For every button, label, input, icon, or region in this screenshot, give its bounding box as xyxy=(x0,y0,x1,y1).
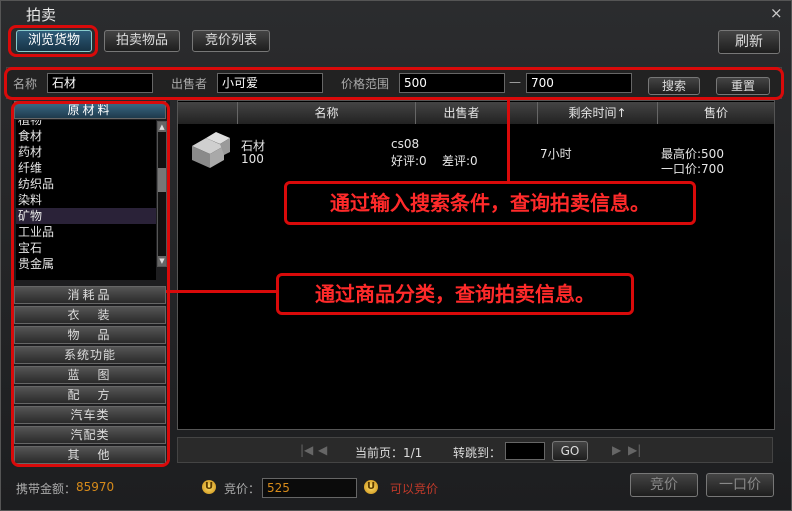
close-icon[interactable]: × xyxy=(770,4,783,22)
price-range-label: 价格范围 xyxy=(341,77,390,91)
jump-label: 转跳到： xyxy=(453,446,502,460)
list-item[interactable]: 纤维 xyxy=(16,160,156,176)
page-indicator: 当前页：1/1 xyxy=(355,446,423,460)
jump-page-input[interactable] xyxy=(505,442,545,460)
refresh-button[interactable]: 刷新 xyxy=(718,30,780,54)
window-title: 拍卖 xyxy=(26,6,57,24)
seller-label: 出售者 xyxy=(171,77,208,91)
category-car-parts[interactable]: 汽配类 xyxy=(14,426,166,444)
coin-icon: U xyxy=(202,480,216,494)
category-system[interactable]: 系统功能 xyxy=(14,346,166,364)
list-item[interactable]: 药材 xyxy=(16,144,156,160)
buyout-price: 一口价:700 xyxy=(661,162,724,176)
category-blueprints[interactable]: 蓝 图 xyxy=(14,366,166,384)
category-clothing[interactable]: 衣 装 xyxy=(14,306,166,324)
stone-item-icon xyxy=(192,132,230,168)
list-item[interactable]: 纺织品 xyxy=(16,176,156,192)
money-label: 携带金额： xyxy=(16,482,77,496)
item-quantity: 100 xyxy=(241,152,264,166)
subcategory-list: 植物 食材 药材 纤维 纺织品 染料 矿物 工业品 宝石 贵金属 xyxy=(16,120,156,280)
list-item[interactable]: 矿物 xyxy=(16,208,156,224)
prev-page-icon[interactable]: ◀ xyxy=(318,443,327,457)
bid-button[interactable]: 竞价 xyxy=(630,473,698,497)
list-item[interactable]: 植物 xyxy=(16,120,156,128)
name-label: 名称 xyxy=(13,77,38,91)
category-other[interactable]: 其 他 xyxy=(14,446,166,464)
callout-connector xyxy=(166,290,278,293)
col-price[interactable]: 售价 xyxy=(658,102,774,124)
search-callout: 通过输入搜索条件，查询拍卖信息。 xyxy=(284,181,696,225)
go-button[interactable]: GO xyxy=(552,441,588,461)
category-consumables[interactable]: 消耗品 xyxy=(14,286,166,304)
money-value: 85970 xyxy=(76,480,115,494)
scroll-thumb[interactable] xyxy=(158,168,166,192)
seller-name: cs08 xyxy=(391,137,420,151)
list-scrollbar[interactable]: ▲ ▼ xyxy=(157,121,167,267)
col-icon xyxy=(178,102,238,124)
category-callout: 通过商品分类，查询拍卖信息。 xyxy=(276,273,634,315)
list-item[interactable]: 食材 xyxy=(16,128,156,144)
tab-browse[interactable]: 浏览货物 xyxy=(16,30,92,52)
seller-bad-rating: 差评:0 xyxy=(442,154,478,168)
list-item[interactable]: 宝石 xyxy=(16,240,156,256)
first-page-icon[interactable]: |◀ xyxy=(300,443,313,457)
category-items[interactable]: 物 品 xyxy=(14,326,166,344)
bid-input[interactable]: 525 xyxy=(262,478,357,498)
col-name[interactable]: 名称 xyxy=(238,102,416,124)
price-max-input[interactable]: 700 xyxy=(526,73,632,93)
last-page-icon[interactable]: ▶| xyxy=(628,443,641,457)
scroll-down-icon[interactable]: ▼ xyxy=(158,256,166,266)
tab-bid-list[interactable]: 竞价列表 xyxy=(192,30,270,52)
scroll-up-icon[interactable]: ▲ xyxy=(158,122,166,132)
category-recipes[interactable]: 配 方 xyxy=(14,386,166,404)
col-seller[interactable]: 出售者 xyxy=(416,102,508,124)
list-item[interactable]: 贵金属 xyxy=(16,256,156,272)
seller-good-rating: 好评:0 xyxy=(391,154,427,168)
name-input[interactable]: 石材 xyxy=(47,73,153,93)
seller-input[interactable]: 小可爱 xyxy=(217,73,323,93)
col-time[interactable]: 剩余时间↑ xyxy=(538,102,658,124)
next-page-icon[interactable]: ▶ xyxy=(612,443,621,457)
time-left: 7小时 xyxy=(540,147,572,161)
buyout-button[interactable]: 一口价 xyxy=(706,473,774,497)
tab-sell[interactable]: 拍卖物品 xyxy=(104,30,180,52)
callout-connector xyxy=(507,100,510,182)
category-raw-materials[interactable]: 原材料 xyxy=(14,101,166,119)
reset-button[interactable]: 重置 xyxy=(716,77,770,95)
col-spacer xyxy=(508,102,538,124)
category-cars[interactable]: 汽车类 xyxy=(14,406,166,424)
list-item[interactable]: 染料 xyxy=(16,192,156,208)
price-min-input[interactable]: 500 xyxy=(399,73,505,93)
search-button[interactable]: 搜索 xyxy=(648,77,700,95)
bid-label: 竞价： xyxy=(224,482,261,496)
list-item[interactable]: 工业品 xyxy=(16,224,156,240)
bid-status: 可以竞价 xyxy=(390,482,439,496)
price-separator: — xyxy=(509,75,521,89)
coin-icon: U xyxy=(364,480,378,494)
